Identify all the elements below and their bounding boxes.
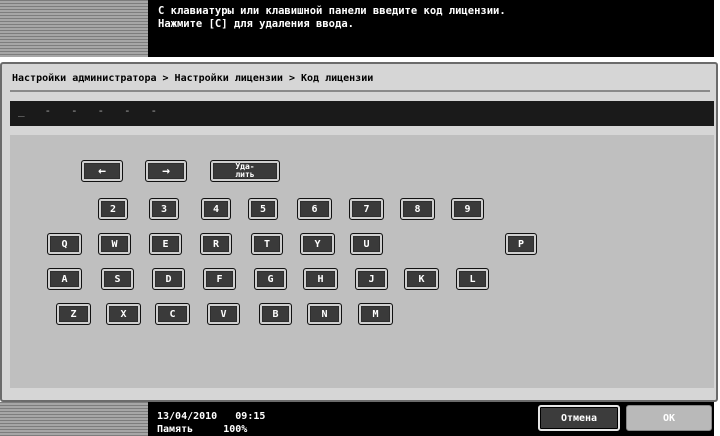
key-h[interactable]: H (303, 268, 338, 290)
key-n[interactable]: N (307, 303, 342, 325)
left-arrow-icon: ← (98, 163, 106, 179)
key-label: 8 (414, 203, 421, 215)
memory-label: Память (157, 424, 194, 435)
key-l[interactable]: L (456, 268, 489, 290)
key-4[interactable]: 4 (201, 198, 231, 220)
key-c[interactable]: C (155, 303, 190, 325)
key-9[interactable]: 9 (451, 198, 484, 220)
key-label: X (120, 308, 127, 320)
key-label: Y (314, 238, 321, 250)
divider (10, 90, 710, 92)
key-label: Q (61, 238, 68, 250)
key-3[interactable]: 3 (149, 198, 179, 220)
key-7[interactable]: 7 (349, 198, 384, 220)
key-y[interactable]: Y (300, 233, 335, 255)
ok-button[interactable]: OK (626, 405, 712, 431)
key-label: F (216, 273, 223, 285)
key-6[interactable]: 6 (297, 198, 332, 220)
license-code-value: _ - - - - - (18, 104, 158, 117)
memory-status: Память 100% (157, 424, 247, 435)
key-d[interactable]: D (152, 268, 185, 290)
key-label: R (212, 238, 220, 250)
key-r[interactable]: R (200, 233, 232, 255)
key-label: C (169, 308, 176, 320)
key-j[interactable]: J (355, 268, 388, 290)
key-t[interactable]: T (251, 233, 283, 255)
left-arrow-key[interactable]: ← (81, 160, 123, 182)
key-label: 3 (160, 203, 168, 215)
key-label: 5 (259, 203, 267, 215)
key-label: N (321, 308, 328, 320)
key-label: 7 (363, 203, 370, 215)
datetime: 13/04/2010 09:15 (157, 411, 265, 422)
key-w[interactable]: W (98, 233, 131, 255)
key-label: B (272, 308, 279, 320)
key-k[interactable]: K (404, 268, 439, 290)
key-label: U (363, 238, 370, 250)
key-label: Z (70, 308, 77, 320)
key-5[interactable]: 5 (248, 198, 278, 220)
key-label: M (372, 308, 379, 320)
header-decoration (0, 0, 148, 57)
key-v[interactable]: V (207, 303, 240, 325)
key-label: 6 (311, 203, 318, 215)
key-label: V (220, 308, 227, 320)
instruction-line-1: С клавиатуры или клавишной панели введит… (158, 5, 506, 17)
key-z[interactable]: Z (56, 303, 91, 325)
key-a[interactable]: A (47, 268, 82, 290)
date-text: 13/04/2010 (157, 411, 218, 422)
key-label: K (418, 273, 425, 285)
key-label: H (317, 273, 324, 285)
key-m[interactable]: M (358, 303, 393, 325)
key-x[interactable]: X (106, 303, 141, 325)
key-u[interactable]: U (350, 233, 383, 255)
key-label: G (267, 273, 274, 285)
key-e[interactable]: E (149, 233, 182, 255)
key-2[interactable]: 2 (98, 198, 128, 220)
instruction-message: С клавиатуры или клавишной панели введит… (148, 0, 714, 57)
delete-key[interactable]: Уда- лить (210, 160, 280, 182)
delete-key-label: Уда- лить (235, 162, 255, 179)
breadcrumb: Настройки администратора > Настройки лиц… (12, 73, 374, 84)
key-s[interactable]: S (101, 268, 134, 290)
key-b[interactable]: B (259, 303, 292, 325)
key-label: J (368, 273, 375, 285)
key-label: L (469, 273, 476, 285)
key-label: 2 (109, 203, 117, 215)
footer-decoration (0, 402, 148, 436)
key-label: T (263, 238, 271, 250)
key-label: A (61, 273, 68, 285)
time-text: 09:15 (235, 411, 266, 422)
key-label: E (162, 238, 169, 250)
key-label: S (114, 273, 121, 285)
key-label: P (517, 238, 525, 250)
key-label: 4 (212, 203, 220, 215)
right-arrow-icon: → (162, 163, 170, 179)
key-p[interactable]: P (505, 233, 537, 255)
cancel-button[interactable]: Отмена (538, 405, 620, 431)
key-label: 9 (464, 203, 471, 215)
instruction-line-2: Нажмите [C] для удаления ввода. (158, 18, 354, 30)
key-q[interactable]: Q (47, 233, 82, 255)
right-arrow-key[interactable]: → (145, 160, 187, 182)
key-g[interactable]: G (254, 268, 287, 290)
key-label: W (111, 238, 118, 250)
key-8[interactable]: 8 (400, 198, 435, 220)
key-f[interactable]: F (203, 268, 236, 290)
memory-value: 100% (223, 424, 248, 435)
key-label: D (165, 273, 172, 285)
